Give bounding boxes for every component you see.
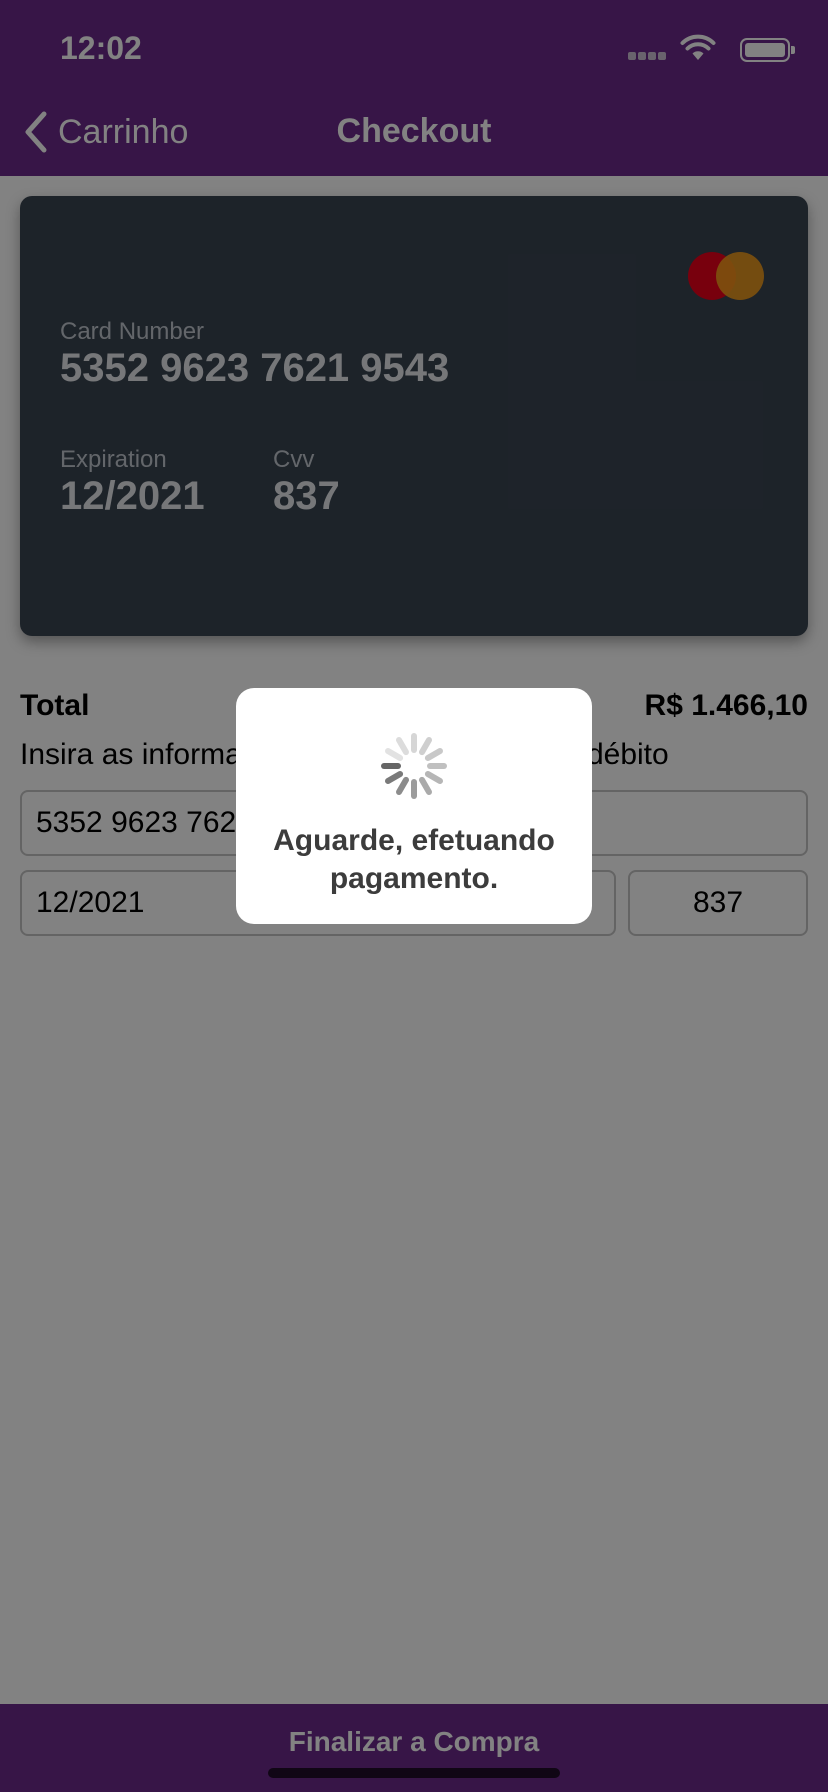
spinner-icon [381,733,447,799]
loading-message: Aguarde, efetuando pagamento. [273,824,555,895]
loading-dialog: Aguarde, efetuando pagamento. [236,688,592,924]
checkout-screen: 12:02 Carrinho Checkout Card Number 5352… [0,0,828,1792]
